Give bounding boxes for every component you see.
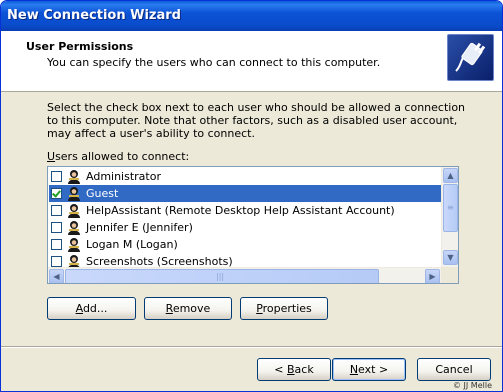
user-icon [68,170,80,184]
user-list-item[interactable]: Logan M (Logan) [49,236,441,253]
users-label-rest: sers allowed to connect: [55,150,190,163]
vertical-grip-icon: ≡ [447,203,454,212]
next-button[interactable]: Next > [332,358,406,381]
wizard-window: New Connection Wizard User Permissions Y… [0,0,503,392]
user-icon [68,238,80,252]
user-checkbox[interactable] [51,188,62,199]
user-checkbox[interactable] [51,171,62,182]
horizontal-scrollbar[interactable]: ◀ ||| ▶ [48,267,441,283]
remove-mnemonic: R [165,302,173,315]
user-checkbox[interactable] [51,239,62,250]
back-button[interactable]: < Back [257,358,331,381]
next-mnemonic: N [349,363,359,376]
page-title: User Permissions [26,40,134,53]
add-mnemonic: A [75,302,83,315]
scroll-left-button[interactable]: ◀ [49,269,64,283]
user-label: Logan M (Logan) [86,238,178,251]
user-label: Screenshots (Screenshots) [86,255,233,267]
user-icon [68,187,80,201]
user-checkbox[interactable] [51,256,62,267]
user-icon [68,221,80,235]
connection-plug-icon [447,34,494,81]
user-list-item[interactable]: Screenshots (Screenshots) [49,253,441,267]
back-prefix: < [274,363,287,376]
user-icon [68,204,80,218]
users-list-rows: Administrator Guest HelpAssistant (Remote … [48,167,441,267]
remove-button[interactable]: Remove [144,297,232,320]
next-label: ext > [358,363,389,376]
users-label-mnemonic: U [47,150,56,163]
user-list-item[interactable]: HelpAssistant (Remote Desktop Help Assis… [49,202,441,219]
page-subtitle: You can specify the users who can connec… [47,56,381,69]
remove-label: emove [172,302,211,315]
add-button[interactable]: Add... [47,297,136,320]
instructions-text: Select the check box next to each user w… [47,101,466,140]
scroll-down-button[interactable]: ▼ [443,250,458,265]
add-label: dd... [82,302,108,315]
user-label: Guest [86,187,119,200]
user-label: Administrator [86,170,161,183]
scroll-right-button[interactable]: ▶ [425,269,440,283]
user-list-item[interactable]: Guest [49,185,441,202]
vertical-scroll-thumb[interactable]: ≡ [443,184,458,232]
properties-button[interactable]: Properties [240,297,328,320]
title-bar[interactable]: New Connection Wizard [1,1,502,31]
users-listbox[interactable]: Administrator Guest HelpAssistant (Remote … [47,166,459,284]
user-list-item[interactable]: Administrator [49,168,441,185]
user-label: HelpAssistant (Remote Desktop Help Assis… [86,204,395,217]
properties-label: roperties [262,302,312,315]
user-label: Jennifer E (Jennifer) [86,221,193,234]
cancel-button[interactable]: Cancel [417,358,491,381]
back-label: ack [294,363,314,376]
back-mnemonic: B [287,363,295,376]
user-icon [68,255,80,267]
users-list-label: Users allowed to connect: [47,150,189,163]
horizontal-grip-icon: ||| [216,272,225,281]
user-checkbox[interactable] [51,205,62,216]
scroll-up-button[interactable]: ▲ [443,168,458,183]
user-checkbox[interactable] [51,222,62,233]
horizontal-scroll-thumb[interactable]: ||| [65,269,379,283]
copyright-credit: © JJ Melle [453,381,492,390]
vertical-scrollbar[interactable]: ▲ ≡ ▼ [441,167,458,267]
scroll-corner [441,267,458,283]
user-list-item[interactable]: Jennifer E (Jennifer) [49,219,441,236]
window-title: New Connection Wizard [7,8,181,23]
footer-separator [1,346,502,348]
